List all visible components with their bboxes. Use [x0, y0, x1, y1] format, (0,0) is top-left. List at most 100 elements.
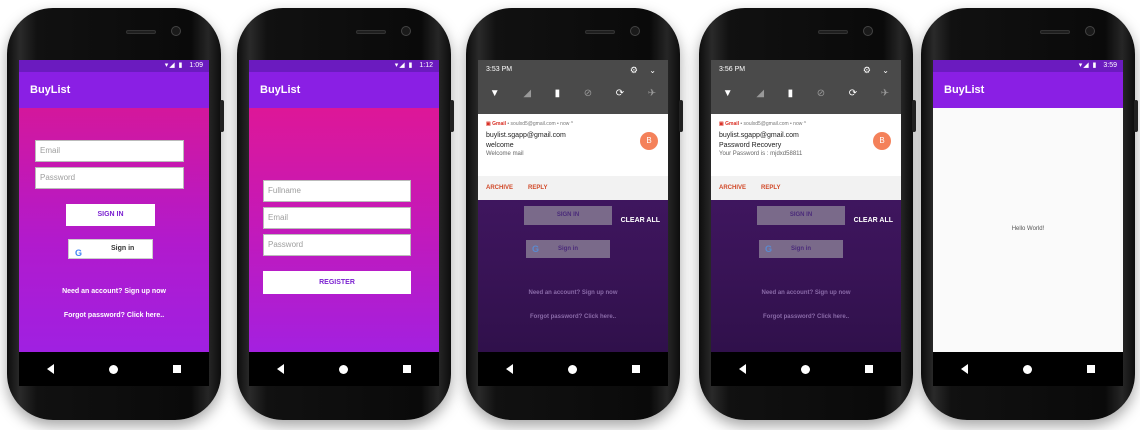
speaker-grille: [356, 30, 386, 34]
recents-square-icon[interactable]: [1087, 365, 1096, 373]
signup-link[interactable]: Need an account? Sign up now: [19, 288, 209, 295]
signal-icon[interactable]: ◢: [756, 88, 764, 99]
speaker-grille: [818, 30, 848, 34]
google-icon: G: [532, 244, 540, 254]
dnd-icon[interactable]: ⊘: [584, 88, 592, 99]
back-triangle-icon[interactable]: [738, 364, 746, 374]
app-bar: BuyList: [19, 72, 209, 108]
wifi-icon[interactable]: ▼: [490, 88, 500, 99]
airplane-icon[interactable]: ✈: [881, 88, 889, 99]
battery-icon[interactable]: ▮: [788, 88, 794, 99]
status-icons: ▾◢ ▮: [394, 62, 414, 69]
clear-all-button[interactable]: CLEAR ALL: [854, 217, 893, 224]
background-google-label: Sign in: [558, 246, 578, 252]
google-icon: G: [75, 248, 83, 258]
notification-meta: • soulxd5@gmail.com • now ^: [740, 121, 807, 127]
recents-square-icon[interactable]: [403, 365, 412, 373]
power-button: [679, 100, 683, 132]
app-title: BuyList: [30, 84, 71, 96]
gmail-label: Gmail: [492, 121, 507, 127]
power-button: [220, 100, 224, 132]
password-field[interactable]: Password: [35, 167, 184, 189]
status-time: 1:09: [189, 62, 203, 69]
dnd-icon[interactable]: ⊘: [817, 88, 825, 99]
airplane-icon[interactable]: ✈: [648, 88, 656, 99]
recents-square-icon[interactable]: [632, 365, 641, 373]
status-bar: ▾◢ ▮ 1:12: [249, 60, 439, 72]
background-signup-link: Need an account? Sign up now: [528, 290, 618, 296]
wifi-icon[interactable]: ▼: [723, 88, 733, 99]
back-triangle-icon[interactable]: [276, 364, 284, 374]
notification-header: ▣ Gmail • soulxd5@gmail.com • now ^: [486, 121, 573, 127]
notification-from: buylist.sgapp@gmail.com: [719, 132, 799, 139]
phone-notification-recovery: 3:56 PM ⚙ ⌄ ▼ ◢ ▮ ⊘ ⟳ ✈ ▣ Gmail • soulxd…: [699, 8, 916, 420]
back-triangle-icon[interactable]: [505, 364, 513, 374]
nav-bar: [249, 352, 439, 386]
app-title: BuyList: [944, 84, 985, 96]
nav-bar: [711, 352, 901, 386]
quick-settings-row: ▼ ◢ ▮ ⊘ ⟳ ✈: [478, 88, 668, 99]
email-field[interactable]: Email: [263, 207, 411, 229]
back-triangle-icon[interactable]: [960, 364, 968, 374]
home-circle-icon[interactable]: [338, 364, 348, 374]
forgot-password-link[interactable]: Forgot password? Click here..: [19, 312, 209, 319]
back-triangle-icon[interactable]: [46, 364, 54, 374]
shade-time: 3:56 PM: [719, 66, 746, 73]
recents-square-icon[interactable]: [865, 365, 874, 373]
fullname-field[interactable]: Fullname: [263, 180, 411, 202]
phone-notification-welcome: 3:53 PM ⚙ ⌄ ▼ ◢ ▮ ⊘ ⟳ ✈ ▣ Gmail • soulxd…: [466, 8, 683, 420]
quick-settings-row: ▼ ◢ ▮ ⊘ ⟳ ✈: [711, 88, 901, 99]
rotate-icon[interactable]: ⟳: [849, 88, 857, 99]
status-icons: ▾◢ ▮: [1078, 62, 1098, 69]
background-forgot-link: Forgot password? Click here..: [529, 314, 616, 320]
status-bar: ▾◢ ▮ 3:59: [933, 60, 1123, 72]
register-button[interactable]: REGISTER: [263, 271, 411, 294]
notification-shade: 3:56 PM ⚙ ⌄ ▼ ◢ ▮ ⊘ ⟳ ✈: [711, 60, 901, 114]
background-google-button: G Sign in: [526, 240, 610, 258]
home-circle-icon[interactable]: [800, 364, 810, 374]
password-field[interactable]: Password: [263, 234, 411, 256]
background-signup-link: Need an account? Sign up now: [761, 290, 851, 296]
sign-in-button[interactable]: SIGN IN: [66, 204, 155, 226]
phone-login: ▾◢ ▮ 1:09 BuyList Email Password SIGN IN…: [7, 8, 224, 420]
chevron-down-icon[interactable]: ⌄: [649, 66, 656, 75]
archive-button[interactable]: ARCHIVE: [486, 185, 513, 191]
google-sign-in-button[interactable]: G Sign in: [68, 239, 153, 259]
gmail-notification[interactable]: ▣ Gmail • soulxd5@gmail.com • now ^ buyl…: [478, 114, 668, 200]
front-camera: [630, 26, 640, 36]
front-camera: [401, 26, 411, 36]
home-circle-icon[interactable]: [108, 364, 118, 374]
notification-body: Welcome mail: [486, 151, 524, 157]
chevron-down-icon[interactable]: ⌄: [882, 66, 889, 75]
front-camera: [171, 26, 181, 36]
gmail-label: Gmail: [725, 121, 740, 127]
app-bar: BuyList: [249, 72, 439, 108]
clear-all-button[interactable]: CLEAR ALL: [621, 217, 660, 224]
home-circle-icon[interactable]: [567, 364, 577, 374]
rotate-icon[interactable]: ⟳: [616, 88, 624, 99]
gmail-notification[interactable]: ▣ Gmail • soulxd5@gmail.com • now ^ buyl…: [711, 114, 901, 200]
recents-square-icon[interactable]: [173, 365, 182, 373]
nav-bar: [933, 352, 1123, 386]
power-button: [450, 100, 454, 132]
notification-actions: ARCHIVE REPLY: [711, 176, 901, 200]
phone-register: ▾◢ ▮ 1:12 BuyList Fullname Email Passwor…: [237, 8, 454, 420]
reply-button[interactable]: REPLY: [528, 185, 547, 191]
archive-button[interactable]: ARCHIVE: [719, 185, 746, 191]
speaker-grille: [585, 30, 615, 34]
settings-gear-icon[interactable]: ⚙: [863, 65, 871, 76]
signal-icon[interactable]: ◢: [523, 88, 531, 99]
background-sign-in-button: SIGN IN: [757, 206, 845, 225]
home-circle-icon[interactable]: [1022, 364, 1032, 374]
hello-screen: ▾◢ ▮ 3:59 BuyList Hello World!: [933, 60, 1123, 386]
login-screen: ▾◢ ▮ 1:09 BuyList Email Password SIGN IN…: [19, 60, 209, 386]
email-field[interactable]: Email: [35, 140, 184, 162]
notification-actions: ARCHIVE REPLY: [478, 176, 668, 200]
reply-button[interactable]: REPLY: [761, 185, 780, 191]
notification-shade: 3:53 PM ⚙ ⌄ ▼ ◢ ▮ ⊘ ⟳ ✈: [478, 60, 668, 114]
notification-subject: Password Recovery: [719, 142, 782, 149]
app-title: BuyList: [260, 84, 301, 96]
battery-icon[interactable]: ▮: [555, 88, 561, 99]
background-sign-in-button: SIGN IN: [524, 206, 612, 225]
settings-gear-icon[interactable]: ⚙: [630, 65, 638, 76]
